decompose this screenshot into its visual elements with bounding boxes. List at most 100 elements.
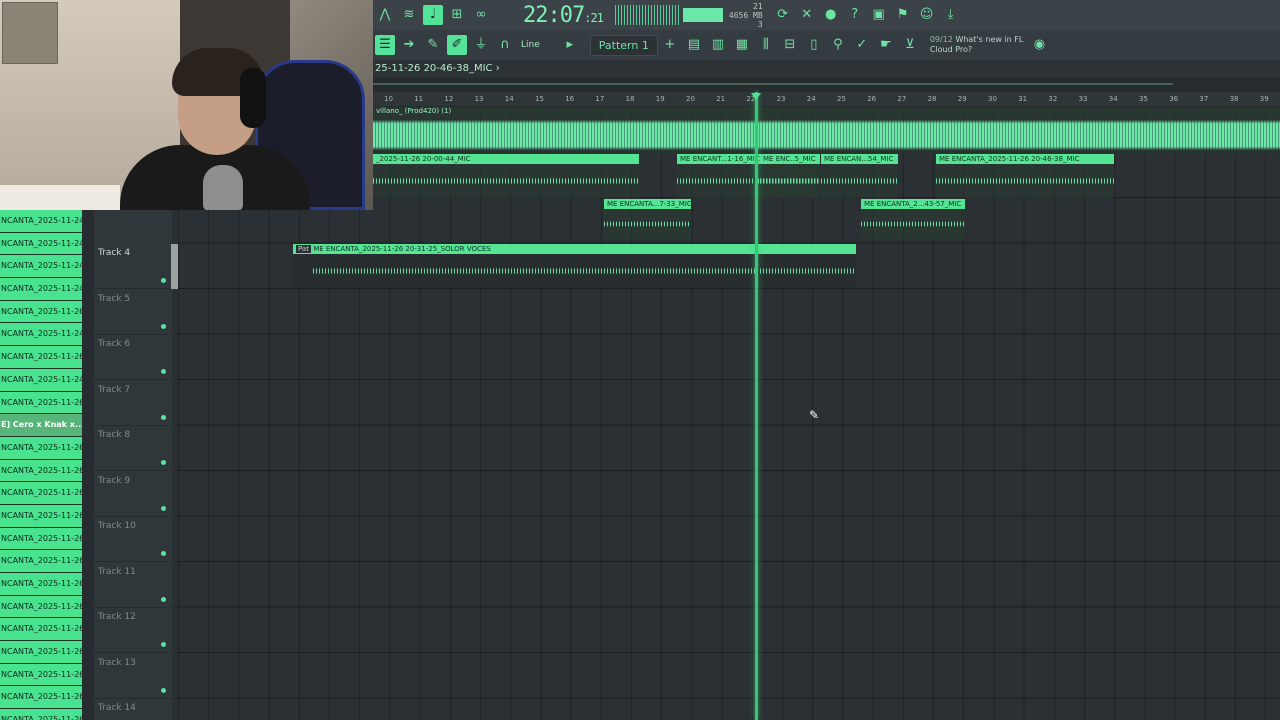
picker-item[interactable]: NCANTA_2025-11-26 xyxy=(0,391,82,415)
track-label: Track 10 xyxy=(98,521,136,531)
picker-item[interactable]: NCANTA_2025-11-24 xyxy=(0,210,82,233)
picker-item[interactable]: NCANTA_2025-11-26 xyxy=(0,641,82,664)
audio-clip-vocals[interactable]: Pat ME ENCANTA_2025-11-26 20-31-25_SOLOR… xyxy=(293,244,856,288)
track-header[interactable]: Track 7 xyxy=(94,381,172,426)
project-icon[interactable]: ▯ xyxy=(804,35,824,55)
draw-tool-icon[interactable]: ✎ xyxy=(423,35,443,55)
track-header[interactable]: Track 9 xyxy=(94,472,172,517)
picker-item[interactable]: NCANTA_2025-11-26 xyxy=(0,527,82,551)
webcam-poster xyxy=(2,2,58,64)
picker-item[interactable]: NCANTA_2025-11-26 xyxy=(0,300,82,324)
picker-item[interactable]: NCANTA_2025-11-26 xyxy=(0,686,82,710)
track-header[interactable]: Track 5 xyxy=(94,290,172,335)
picker-item[interactable]: NCANTA_2025-11-26 xyxy=(0,573,82,596)
picker-item[interactable]: NCANTA_2025-11-26 xyxy=(0,346,82,369)
loop-record-icon[interactable]: ∞ xyxy=(471,5,491,25)
mixer-x-icon[interactable]: ✕ xyxy=(797,5,817,25)
add-pattern-icon[interactable]: + xyxy=(660,35,680,55)
track-scroll-handle[interactable] xyxy=(171,244,178,289)
track-status-dot[interactable] xyxy=(161,414,166,420)
picker-item[interactable]: NCANTA_2025-11-26 xyxy=(0,504,82,528)
picker-item[interactable]: NCANTA_2025-11-26 xyxy=(0,663,82,687)
playlist-menu-icon[interactable]: ☰ xyxy=(375,35,395,55)
snap-selector[interactable]: Line xyxy=(521,40,540,50)
metronome-icon[interactable]: ♩ xyxy=(423,5,443,25)
picker-item[interactable]: NCANTA_2025-11-26 xyxy=(0,459,82,483)
picker-item[interactable]: NCANTA_2025-11-24 xyxy=(0,323,82,347)
picker-item[interactable]: NCANTA_2025-11-26 xyxy=(0,709,82,720)
track-header[interactable]: Track 6 xyxy=(94,335,172,380)
playlist-title: 25-11-26 20-46-38_MIC › xyxy=(373,60,1280,78)
plugin-icon[interactable]: ⚑ xyxy=(893,5,913,25)
picker-item[interactable]: NCANTA_2025-11-26 xyxy=(0,618,82,642)
browser-icon[interactable]: ⊟ xyxy=(780,35,800,55)
ruler-bar-number: 36 xyxy=(1169,95,1179,103)
step-edit-icon[interactable]: ⊞ xyxy=(447,5,467,25)
playhead-line[interactable] xyxy=(755,92,758,720)
paint-tool-icon[interactable]: ✐ xyxy=(447,35,467,55)
news-panel[interactable]: 09/12 What's new in FL Cloud Pro? xyxy=(930,35,1024,55)
channel-rack-icon[interactable]: ▦ xyxy=(732,35,752,55)
track-header[interactable]: Track 10 xyxy=(94,517,172,562)
picker-item[interactable]: NCANTA_2025-11-24 xyxy=(0,255,82,279)
track-label: Track 4 xyxy=(98,248,131,258)
track-status-dot[interactable] xyxy=(161,460,166,465)
piano-roll-icon[interactable]: ▥ xyxy=(708,35,728,55)
tempo-icon[interactable]: ✓ xyxy=(852,35,872,55)
audio-clip-beat[interactable]: villano_ (Prod420) (1) xyxy=(373,106,1280,154)
stamp-tool-icon[interactable]: ⏚ xyxy=(471,35,491,55)
globe-icon[interactable]: ◉ xyxy=(1029,35,1049,55)
track-status-dot[interactable] xyxy=(161,642,166,647)
song-overview[interactable] xyxy=(373,78,1280,92)
picker-item[interactable]: NCANTA_2025-11-26 xyxy=(0,550,82,573)
audio-clip[interactable]: _2025-11-26 20-00-44_MIC xyxy=(373,154,639,198)
plugin-picker-icon[interactable]: ⚲ xyxy=(828,35,848,55)
track-header[interactable]: Track 13 xyxy=(94,654,172,699)
download-icon[interactable]: ⤓ xyxy=(941,5,961,25)
track-status-dot[interactable] xyxy=(161,551,166,556)
ruler-bar-number: 25 xyxy=(837,95,846,103)
song-position-clock: 22:07:21 xyxy=(523,2,604,28)
shop-icon[interactable]: ⊻ xyxy=(900,35,920,55)
wave-record-icon[interactable]: ≋ xyxy=(399,5,419,25)
picker-item[interactable]: NCANTA_2025-11-24 xyxy=(0,232,82,256)
refresh-icon[interactable]: ⟳ xyxy=(773,5,793,25)
audio-clip[interactable]: ME ENC..5_MIC xyxy=(760,154,820,198)
picker-item[interactable]: NCANTA_2025-11-26 xyxy=(0,436,82,460)
audio-clip[interactable]: ME ENCANTA...7-33_MIC xyxy=(604,199,691,239)
mic-icon[interactable]: ● xyxy=(821,5,841,25)
picker-item[interactable]: E] Cero x Knak x... xyxy=(0,414,82,437)
touch-icon[interactable]: ☛ xyxy=(876,35,896,55)
picker-item[interactable]: NCANTA_2025-11-26 xyxy=(0,595,82,619)
track-status-dot[interactable] xyxy=(161,505,166,511)
track-status-dot[interactable] xyxy=(161,369,166,374)
audio-clip[interactable]: ME ENCAN...54_MIC xyxy=(821,154,898,198)
track-header[interactable]: Track 11 xyxy=(94,563,172,608)
track-status-dot[interactable] xyxy=(161,278,166,283)
play-pattern-icon[interactable]: ▸ xyxy=(560,35,580,55)
timeline-ruler[interactable]: 10 11 12 13 14 15 16 17 18 19 20 21 22 23 24 25 26 27 28 29… xyxy=(373,92,1280,106)
track-header[interactable]: Track 12 xyxy=(94,608,172,653)
track-header[interactable]: Track 14 xyxy=(94,699,172,720)
magnet-icon[interactable]: ∩ xyxy=(495,35,515,55)
audio-clip[interactable]: ME ENCANTA_2...43-57_MIC xyxy=(861,199,965,239)
save-icon[interactable]: ▣ xyxy=(869,5,889,25)
picker-item[interactable]: NCANTA_2025-11-24 xyxy=(0,368,82,392)
mixer-icon[interactable]: ⫼ xyxy=(756,35,776,55)
audio-clip[interactable]: ME ENCANTA_2025-11-26 20-46-38_MIC xyxy=(936,154,1114,198)
picker-item[interactable]: NCANTA_2025-11-26 xyxy=(0,482,82,505)
playhead-marker[interactable] xyxy=(751,93,761,100)
pitch-icon[interactable]: ⋀ xyxy=(375,5,395,25)
playlist-icon[interactable]: ▤ xyxy=(684,35,704,55)
track-status-dot[interactable] xyxy=(161,596,166,602)
track-status-dot[interactable] xyxy=(161,323,166,329)
track-status-dot[interactable] xyxy=(161,687,166,693)
pattern-selector[interactable]: Pattern 1 xyxy=(589,34,658,56)
arrow-icon[interactable]: ➔ xyxy=(399,35,419,55)
peak-meter xyxy=(682,8,723,22)
track-header[interactable]: Track 8 xyxy=(94,426,172,471)
help-icon[interactable]: ? xyxy=(845,5,865,25)
track-header[interactable]: Track 4 xyxy=(94,244,172,289)
picker-item[interactable]: NCANTA_2025-11-24 xyxy=(0,278,82,301)
chat-icon[interactable]: ☺ xyxy=(917,5,937,25)
